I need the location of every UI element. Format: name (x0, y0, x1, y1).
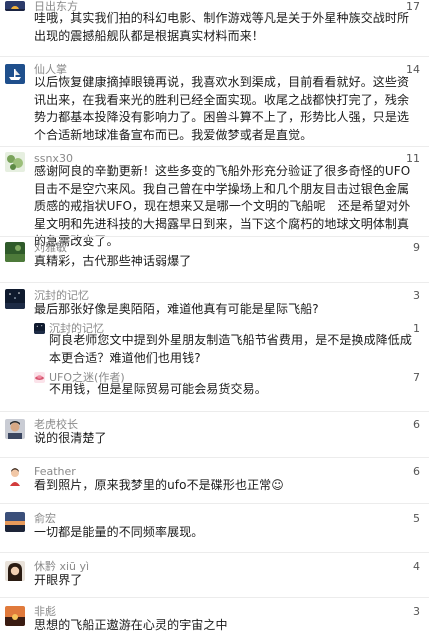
avatar-green-icon[interactable] (5, 242, 25, 262)
avatar-author-icon[interactable] (34, 372, 45, 383)
comment: 日出东方 17 哇哦，其实我们拍的科幻电影、制作游戏等凡是关于外星种族交战时所出… (0, 0, 429, 50)
comment-text: 看到照片，原来我梦里的ufo不是碟形也正常☺ (34, 478, 284, 492)
comment: 俞宏 5 一切都是能量的不同频率展现。 (0, 503, 429, 552)
comment-text: 最后那张好像是奥陌陌，难道他真有可能是星际飞船? (34, 302, 319, 316)
avatar-man-icon[interactable] (5, 419, 25, 439)
comment-text: 哇哦，其实我们拍的科幻电影、制作游戏等凡是关于外星种族交战时所出现的震撼船舰队都… (34, 11, 410, 43)
reply: UFO之迷(作者) 7 不用钱，但是星际贸易可能会易货交易。 (0, 369, 429, 405)
avatar-ship-icon[interactable] (5, 64, 25, 84)
avatar-night-icon[interactable] (34, 323, 45, 334)
comment-text: 开眼界了 (34, 573, 83, 587)
comment-text: 不用钱，但是星际贸易可能会易货交易。 (49, 382, 267, 396)
comment-text: 说的很清楚了 (34, 431, 107, 445)
comment: 老虎校长 6 说的很清楚了 (0, 411, 429, 458)
comment: 休黔 xiū yì 4 开眼界了 (0, 552, 429, 598)
reply: 沉封的记忆 1 阿良老师您文中提到外星朋友制造飞船节省费用，是不是换成降低成本更… (0, 320, 429, 368)
avatar-sunrise-icon[interactable] (5, 1, 25, 11)
comment-text: 真精彩，古代那些神话弱爆了 (34, 254, 192, 268)
avatar-sunset-icon[interactable] (5, 512, 25, 532)
comment-text: 思想的飞船正遨游在心灵的宇宙之中 (34, 618, 228, 632)
comment: 刘雅敏 9 真精彩，古代那些神话弱爆了 (0, 236, 429, 283)
avatar-dusk-icon[interactable] (5, 606, 25, 626)
comment-text: 一切都是能量的不同频率展现。 (34, 525, 204, 539)
comment: 非彪 3 思想的飞船正遨游在心灵的宇宙之中 (0, 597, 429, 641)
avatar-night-icon[interactable] (5, 289, 25, 309)
avatar-feather-icon[interactable] (5, 466, 25, 486)
comment: 沉封的记忆 3 最后那张好像是奥陌陌，难道他真有可能是星际飞船? (0, 282, 429, 321)
comment-text: 以后恢复健康摘掉眼镜再说，我喜欢水到渠成，目前看看就好。这些资讯出来，在我看来光… (34, 75, 410, 142)
avatar-girl-icon[interactable] (5, 561, 25, 581)
comment: 仙人掌 14 以后恢复健康摘掉眼镜再说，我喜欢水到渠成，目前看看就好。这些资讯出… (0, 56, 429, 142)
comment: Feather 6 看到照片，原来我梦里的ufo不是碟形也正常☺ (0, 457, 429, 504)
comment: ssnx30 11 感谢阿良的辛勤更新！这些多变的飞船外形充分验证了很多奇怪的U… (0, 146, 429, 248)
comment-text: 阿良老师您文中提到外星朋友制造飞船节省费用，是不是换成降低成本更合适？难道他们也… (49, 333, 413, 365)
avatar-leaves-icon[interactable] (5, 152, 25, 172)
